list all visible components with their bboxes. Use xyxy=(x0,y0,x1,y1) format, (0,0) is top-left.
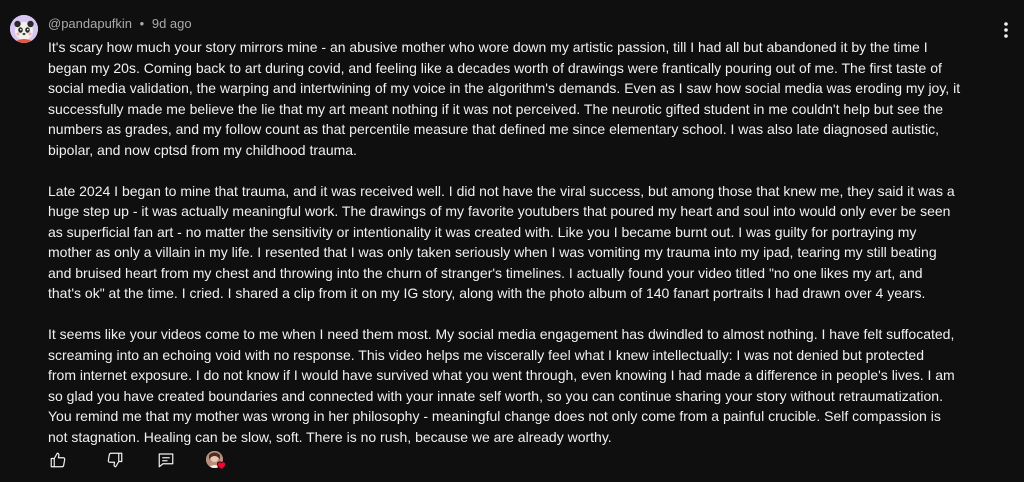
author-handle[interactable]: @pandapufkin xyxy=(48,16,132,31)
like-button[interactable] xyxy=(48,450,68,470)
dislike-button[interactable] xyxy=(105,450,125,470)
comment-line: screaming into an echoing void with no r… xyxy=(48,346,924,363)
comment-line: It's scary how much your story mirrors m… xyxy=(48,39,928,55)
header-separator: • xyxy=(139,16,145,31)
comment-line: so glad you have created boundaries and … xyxy=(48,387,943,404)
comment-paragraph: It's scary how much your story mirrors m… xyxy=(48,37,1023,160)
comment-line: mother as only a villain in my life. I r… xyxy=(48,244,937,260)
comment-paragraph: It seems like your videos come to me whe… xyxy=(48,324,1023,447)
comment-line: from internet exposure. I do not know if… xyxy=(48,367,955,383)
thumbs-up-icon xyxy=(50,452,66,468)
more-vert-icon xyxy=(1004,22,1008,38)
creator-heart xyxy=(216,459,227,470)
comment-actions xyxy=(48,450,228,470)
comment-line: not stagnation. Healing can be slow, sof… xyxy=(48,428,612,445)
comment-line: You remind me that my mother was wrong i… xyxy=(48,408,941,424)
comment-line: huge step up - it was actually meaningfu… xyxy=(48,203,951,219)
panda-avatar-image xyxy=(10,15,38,43)
comment-line: social media validation, the warping and… xyxy=(48,80,961,96)
author-avatar[interactable] xyxy=(10,15,38,43)
comment-header: @pandapufkin • 9d ago xyxy=(48,15,192,33)
comment-line: numbers as grades, and my follow count a… xyxy=(48,121,940,137)
comment-reply-icon xyxy=(158,453,174,468)
comment-line: that's ok" at the time. I cried. I share… xyxy=(48,285,926,301)
comment-thread: @pandapufkin • 9d ago It's scary how muc… xyxy=(0,0,1024,482)
comment-timestamp[interactable]: 9d ago xyxy=(152,16,192,31)
creator-heart-icon xyxy=(216,460,227,470)
reply-button[interactable] xyxy=(156,450,176,470)
comment-line: successfully made me believe the lie tha… xyxy=(48,100,944,117)
comment-body: It's scary how much your story mirrors m… xyxy=(48,37,1023,468)
comment-line: It seems like your videos come to me whe… xyxy=(48,326,955,342)
comment-line: bipolar, and now cptsd from my childhood… xyxy=(48,141,357,158)
thumbs-down-icon xyxy=(107,452,123,468)
comment-line: began my 20s. Coming back to art during … xyxy=(48,59,942,76)
comment-line: and bruised heart from my chest and thro… xyxy=(48,264,923,281)
comment-line: as superficial fan art - no matter the s… xyxy=(48,223,917,240)
comment-line: Late 2024 I began to mine that trauma, a… xyxy=(48,182,955,199)
creator-heart-badge xyxy=(206,450,228,470)
comment-paragraph: Late 2024 I began to mine that trauma, a… xyxy=(48,181,1023,304)
